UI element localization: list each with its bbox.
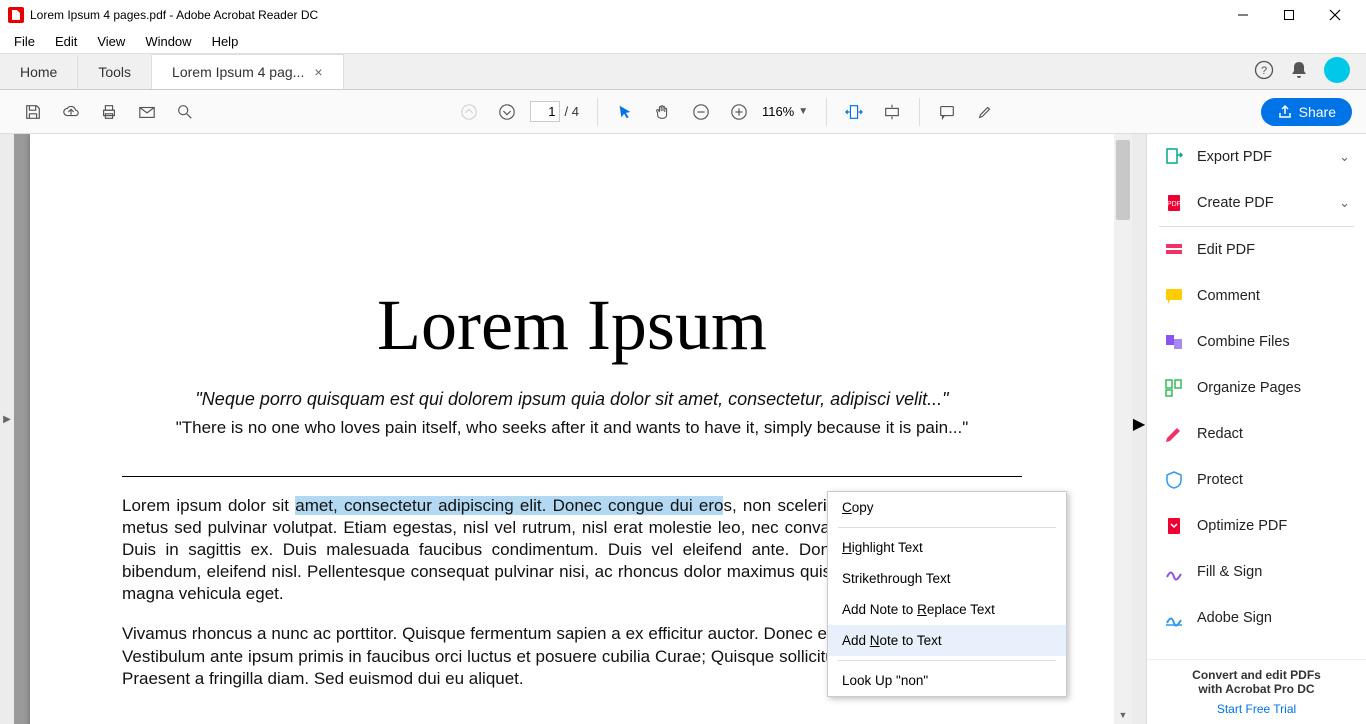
bell-icon[interactable]	[1290, 60, 1308, 80]
zoom-value[interactable]: 116%	[762, 104, 794, 119]
app-icon	[8, 7, 24, 23]
adobe-sign-icon	[1163, 607, 1185, 629]
tab-home[interactable]: Home	[0, 55, 78, 89]
tab-tools[interactable]: Tools	[78, 55, 152, 89]
page-total: / 4	[564, 104, 578, 119]
document-subtitle-latin: "Neque porro quisquam est qui dolorem ip…	[122, 389, 1022, 410]
email-icon[interactable]	[132, 97, 162, 127]
page-up-icon[interactable]	[454, 97, 484, 127]
svg-text:PDF: PDF	[1167, 201, 1181, 208]
edit-pdf-icon	[1163, 239, 1185, 261]
cm-copy[interactable]: Copy	[828, 492, 1066, 523]
selected-text[interactable]: amet, consectetur adipiscing elit. Donec…	[295, 496, 723, 515]
zoom-out-icon[interactable]	[686, 97, 716, 127]
rp-footer: Convert and edit PDFs with Acrobat Pro D…	[1147, 659, 1366, 724]
minimize-button[interactable]	[1220, 0, 1266, 30]
search-icon[interactable]	[170, 97, 200, 127]
page-number-input[interactable]	[530, 101, 560, 122]
start-trial-link[interactable]: Start Free Trial	[1157, 702, 1356, 716]
rp-edit-pdf[interactable]: Edit PDF	[1147, 227, 1366, 273]
scroll-down-icon[interactable]: ▼	[1114, 706, 1132, 724]
organize-icon	[1163, 377, 1185, 399]
cloud-upload-icon[interactable]	[56, 97, 86, 127]
fit-page-icon[interactable]	[877, 97, 907, 127]
tab-document-label: Lorem Ipsum 4 pag...	[172, 64, 304, 80]
combine-icon	[1163, 331, 1185, 353]
cm-lookup[interactable]: Look Up "non"	[828, 665, 1066, 696]
comment-panel-icon	[1163, 285, 1185, 307]
menu-view[interactable]: View	[87, 32, 135, 51]
rp-optimize-pdf[interactable]: Optimize PDF	[1147, 503, 1366, 549]
cm-strikethrough[interactable]: Strikethrough Text	[828, 563, 1066, 594]
tab-close-icon[interactable]: ×	[314, 64, 322, 80]
close-button[interactable]	[1312, 0, 1358, 30]
hand-tool-icon[interactable]	[648, 97, 678, 127]
menu-help[interactable]: Help	[202, 32, 249, 51]
vertical-scrollbar[interactable]: ▲ ▼	[1114, 134, 1132, 724]
tools-panel: Export PDF⌄ PDFCreate PDF⌄ Edit PDF Comm…	[1146, 134, 1366, 724]
cm-add-note[interactable]: Add Note to Text	[828, 625, 1066, 656]
tab-bar: Home Tools Lorem Ipsum 4 pag... × ?	[0, 54, 1366, 90]
tab-document[interactable]: Lorem Ipsum 4 pag... ×	[152, 54, 343, 89]
left-nav-strip[interactable]: ▶	[0, 134, 14, 724]
context-menu: Copy Highlight Text Strikethrough Text A…	[827, 491, 1067, 697]
share-button[interactable]: Share	[1261, 98, 1352, 126]
cm-add-note-replace[interactable]: Add Note to Replace Text	[828, 594, 1066, 625]
zoom-dropdown-icon[interactable]: ▼	[798, 106, 808, 117]
chevron-down-icon: ⌄	[1339, 149, 1350, 165]
selection-tool-icon[interactable]	[610, 97, 640, 127]
rp-organize-pages[interactable]: Organize Pages	[1147, 365, 1366, 411]
window-controls	[1220, 0, 1358, 30]
comment-icon[interactable]	[932, 97, 962, 127]
fit-width-icon[interactable]	[839, 97, 869, 127]
fill-sign-icon	[1163, 561, 1185, 583]
help-icon[interactable]: ?	[1254, 60, 1274, 80]
rp-footer-line2: with Acrobat Pro DC	[1157, 682, 1356, 696]
chevron-down-icon: ⌄	[1339, 195, 1350, 211]
menu-file[interactable]: File	[4, 32, 45, 51]
rp-fill-sign[interactable]: Fill & Sign	[1147, 549, 1366, 595]
page-down-icon[interactable]	[492, 97, 522, 127]
print-icon[interactable]	[94, 97, 124, 127]
rp-create-pdf[interactable]: PDFCreate PDF⌄	[1147, 180, 1366, 226]
rp-footer-line1: Convert and edit PDFs	[1157, 668, 1356, 682]
share-label: Share	[1299, 104, 1336, 120]
toolbar: / 4 116% ▼ Share	[0, 90, 1366, 134]
rp-protect[interactable]: Protect	[1147, 457, 1366, 503]
share-icon	[1277, 104, 1293, 120]
rp-redact[interactable]: Redact	[1147, 411, 1366, 457]
menu-edit[interactable]: Edit	[45, 32, 87, 51]
cm-highlight[interactable]: Highlight Text	[828, 532, 1066, 563]
avatar[interactable]	[1324, 57, 1350, 83]
scrollbar-thumb[interactable]	[1116, 140, 1130, 220]
optimize-icon	[1163, 515, 1185, 537]
maximize-button[interactable]	[1266, 0, 1312, 30]
title-bar: Lorem Ipsum 4 pages.pdf - Adobe Acrobat …	[0, 0, 1366, 30]
svg-text:?: ?	[1261, 65, 1267, 77]
menu-bar: File Edit View Window Help	[0, 30, 1366, 54]
document-heading: Lorem Ipsum	[122, 284, 1022, 367]
window-title: Lorem Ipsum 4 pages.pdf - Adobe Acrobat …	[30, 8, 1220, 22]
menu-window[interactable]: Window	[135, 32, 201, 51]
main-area: ▶ Lorem Ipsum "Neque porro quisquam est …	[0, 134, 1366, 724]
zoom-in-icon[interactable]	[724, 97, 754, 127]
create-pdf-icon: PDF	[1163, 192, 1185, 214]
export-pdf-icon	[1163, 146, 1185, 168]
save-icon[interactable]	[18, 97, 48, 127]
document-subtitle-english: "There is no one who loves pain itself, …	[122, 418, 1022, 438]
protect-icon	[1163, 469, 1185, 491]
highlight-tool-icon[interactable]	[970, 97, 1000, 127]
rp-comment[interactable]: Comment	[1147, 273, 1366, 319]
rp-adobe-sign[interactable]: Adobe Sign	[1147, 595, 1366, 641]
right-nav-strip[interactable]: ▶	[1132, 134, 1146, 724]
redact-icon	[1163, 423, 1185, 445]
rp-combine-files[interactable]: Combine Files	[1147, 319, 1366, 365]
horizontal-rule	[122, 476, 1022, 477]
chevron-right-icon: ▶	[1133, 414, 1145, 434]
chevron-right-icon: ▶	[3, 414, 11, 425]
rp-export-pdf[interactable]: Export PDF⌄	[1147, 134, 1366, 180]
